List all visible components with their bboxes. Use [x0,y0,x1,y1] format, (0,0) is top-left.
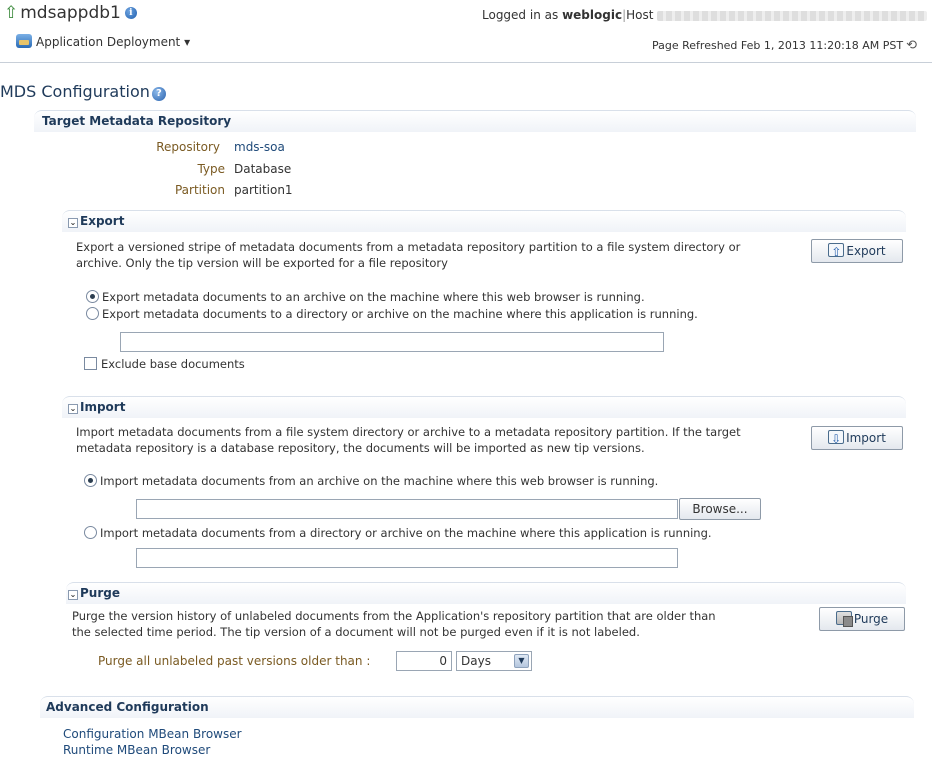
export-option-browser[interactable]: Export metadata documents to an archive … [86,290,645,305]
login-info: Logged in as weblogic|Host [482,8,928,22]
purge-unit-value: Days [461,654,491,668]
host-label: Host [626,8,654,22]
partition-label: Partition [174,183,225,197]
application-deployment-menu[interactable]: Application Deployment ▾ [16,34,190,49]
chevron-down-icon: ▼ [514,654,529,668]
page-title: MDS Configuration? [0,82,166,101]
application-deployment-label: Application Deployment [36,35,181,49]
target-title: ⇧ mdsappdb1 i [4,3,137,23]
import-section-header[interactable]: ⌄ Import [62,396,906,418]
export-button-label: Export [846,244,886,258]
advanced-configuration-header: Advanced Configuration [40,696,914,718]
export-browser-radio[interactable] [86,290,99,303]
import-file-input[interactable] [136,499,678,519]
import-button-label: Import [846,431,886,445]
import-icon [828,428,845,450]
export-heading: Export [80,214,125,228]
page-header: ⇧ mdsappdb1 i Application Deployment ▾ Log… [0,0,932,62]
export-icon [828,241,845,263]
exclude-base-documents-checkbox[interactable] [84,357,97,370]
target-name: mdsappdb1 [20,3,121,23]
logged-in-user: weblogic [562,8,623,22]
import-option-server[interactable]: Import metadata documents from a directo… [84,526,712,541]
purge-button-label: Purge [853,612,889,626]
import-option-server-label: Import metadata documents from a directo… [100,526,712,540]
exclude-base-documents[interactable]: Exclude base documents [84,357,245,372]
purge-unit-select[interactable]: Days ▼ [456,651,532,671]
host-value-redacted [657,10,928,21]
configuration-mbean-browser-link[interactable]: Configuration MBean Browser [63,727,242,741]
purge-description-line1: Purge the version history of unlabeled d… [72,609,716,623]
type-value: Database [234,162,292,176]
purge-amount-input[interactable] [396,651,452,671]
purge-older-than-label: Purge all unlabeled past versions older … [98,654,371,668]
import-button[interactable]: Import [811,426,903,450]
disclosure-expanded-icon[interactable]: ⌄ [68,218,78,228]
page-refreshed-info: Page Refreshed Feb 1, 2013 11:20:18 AM P… [652,38,917,53]
purge-description-line2: the selected time period. The tip versio… [72,625,640,639]
import-description-line2: metadata repository is a database reposi… [76,441,645,455]
repository-label: Repository [156,140,220,154]
import-server-radio[interactable] [84,526,97,539]
purge-icon [835,611,853,627]
target-repository-heading: Target Metadata Repository [42,114,232,128]
runtime-mbean-browser-link[interactable]: Runtime MBean Browser [63,743,210,757]
target-up-status-icon: ⇧ [4,3,19,23]
purge-button[interactable]: Purge [819,607,905,631]
export-section-header[interactable]: ⌄ Export [62,210,906,232]
import-description-line1: Import metadata documents from a file sy… [76,425,741,439]
application-deployment-icon [16,34,32,48]
target-repository-header: Target Metadata Repository [34,110,916,132]
help-icon[interactable]: ? [151,87,166,101]
export-option-browser-label: Export metadata documents to an archive … [102,290,645,304]
repository-value: mds-soa [234,140,285,154]
import-browser-radio[interactable] [84,474,97,487]
partition-value: partition1 [234,183,293,197]
export-option-server-label: Export metadata documents to a directory… [102,307,698,321]
page-refreshed-text: Page Refreshed Feb 1, 2013 11:20:18 AM P… [652,39,904,52]
export-description-line2: archive. Only the tip version will be ex… [76,256,448,270]
import-option-browser[interactable]: Import metadata documents from an archiv… [84,474,658,489]
export-option-server[interactable]: Export metadata documents to a directory… [86,307,698,322]
header-divider [0,62,932,63]
purge-heading: Purge [80,586,120,600]
import-option-browser-label: Import metadata documents from an archiv… [100,474,659,488]
export-path-input[interactable] [120,332,664,352]
export-description-line1: Export a versioned stripe of metadata do… [76,240,741,254]
chevron-down-icon: ▾ [184,35,191,49]
import-heading: Import [80,400,126,414]
exclude-base-documents-label: Exclude base documents [101,357,245,371]
purge-section-header[interactable]: ⌄ Purge [66,582,906,604]
advanced-configuration-heading: Advanced Configuration [46,700,209,714]
type-label: Type [197,162,225,176]
import-path-input[interactable] [136,548,678,568]
logged-in-prefix: Logged in as [482,8,559,22]
page-title-text: MDS Configuration [0,82,150,101]
export-server-radio[interactable] [86,307,99,320]
browse-button[interactable]: Browse... [679,498,761,520]
disclosure-expanded-icon[interactable]: ⌄ [68,590,78,600]
export-button[interactable]: Export [811,239,903,263]
refresh-icon[interactable]: ⟲ [906,38,917,53]
disclosure-expanded-icon[interactable]: ⌄ [68,404,78,414]
info-icon[interactable]: i [124,7,137,19]
